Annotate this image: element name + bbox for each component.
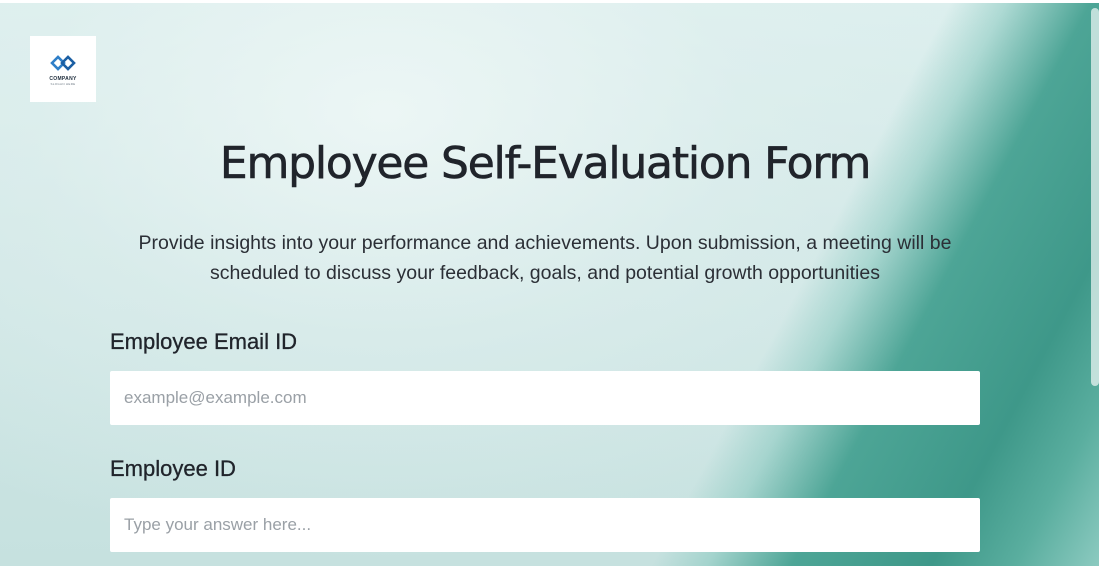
company-logo-icon xyxy=(50,55,76,71)
email-field[interactable] xyxy=(110,371,980,425)
page-title: Employee Self-Evaluation Form xyxy=(219,138,872,190)
employee-id-field-label: Employee ID xyxy=(110,456,236,481)
scrollbar[interactable] xyxy=(1091,8,1099,386)
employee-id-field[interactable] xyxy=(110,498,980,552)
email-field-label: Employee Email ID xyxy=(110,329,298,354)
logo-tagline: SLOGAN HERE xyxy=(50,82,76,86)
top-border xyxy=(0,0,1099,3)
form-description: Provide insights into your performance a… xyxy=(138,232,952,284)
company-logo: COMPANY SLOGAN HERE xyxy=(30,36,96,102)
